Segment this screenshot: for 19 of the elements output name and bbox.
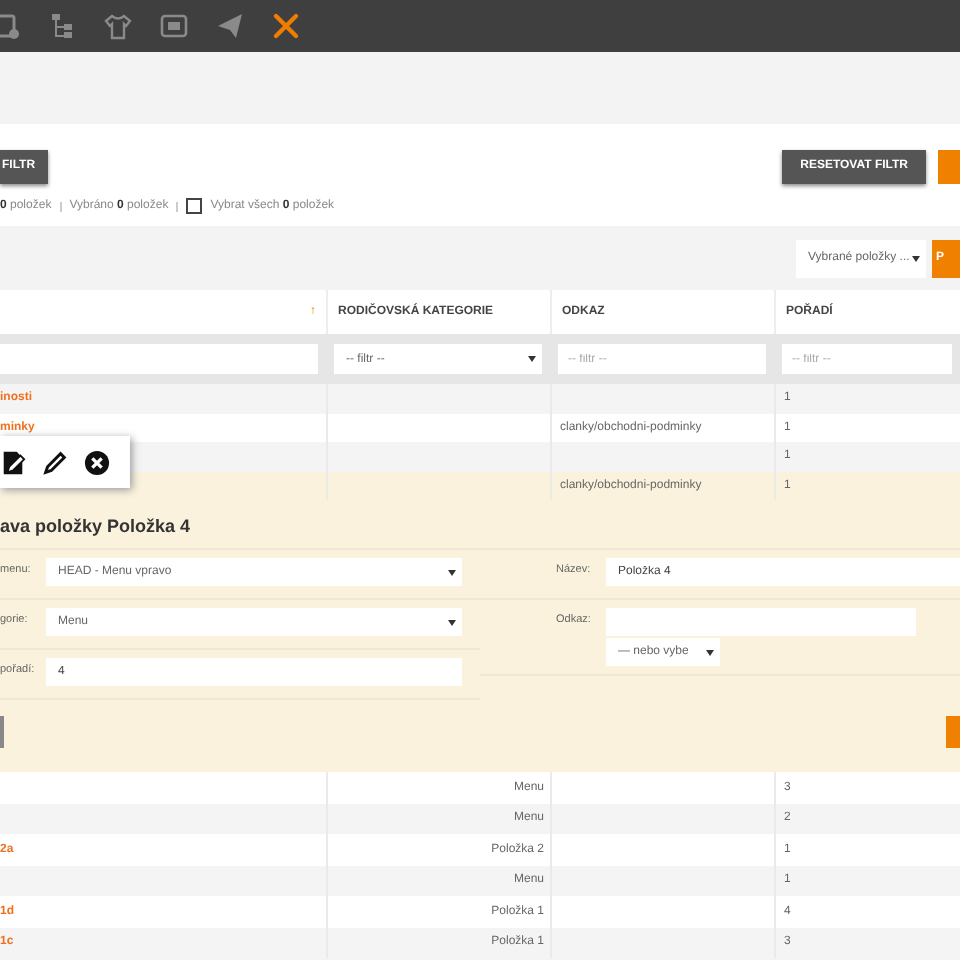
caret-icon (528, 356, 536, 362)
sitemap-icon[interactable] (48, 12, 76, 40)
shirt-icon[interactable] (104, 12, 132, 40)
caret-icon (448, 569, 456, 575)
action-button[interactable] (938, 149, 960, 183)
filter-field[interactable] (0, 344, 318, 374)
caret-icon (706, 649, 714, 655)
select-all-checkbox[interactable] (186, 198, 203, 214)
picture-icon[interactable] (160, 12, 188, 40)
tools-icon[interactable] (272, 12, 300, 40)
caret-icon (912, 255, 920, 261)
calendar-icon[interactable] (0, 12, 20, 40)
paper-plane-icon[interactable] (216, 12, 244, 40)
edit-title: ava položky Položka 4 (0, 516, 193, 536)
document-edit-icon[interactable] (0, 449, 26, 475)
delete-icon[interactable] (84, 449, 110, 475)
pencil-icon[interactable] (42, 449, 68, 475)
caret-icon (448, 619, 456, 625)
input-field[interactable] (606, 608, 916, 636)
